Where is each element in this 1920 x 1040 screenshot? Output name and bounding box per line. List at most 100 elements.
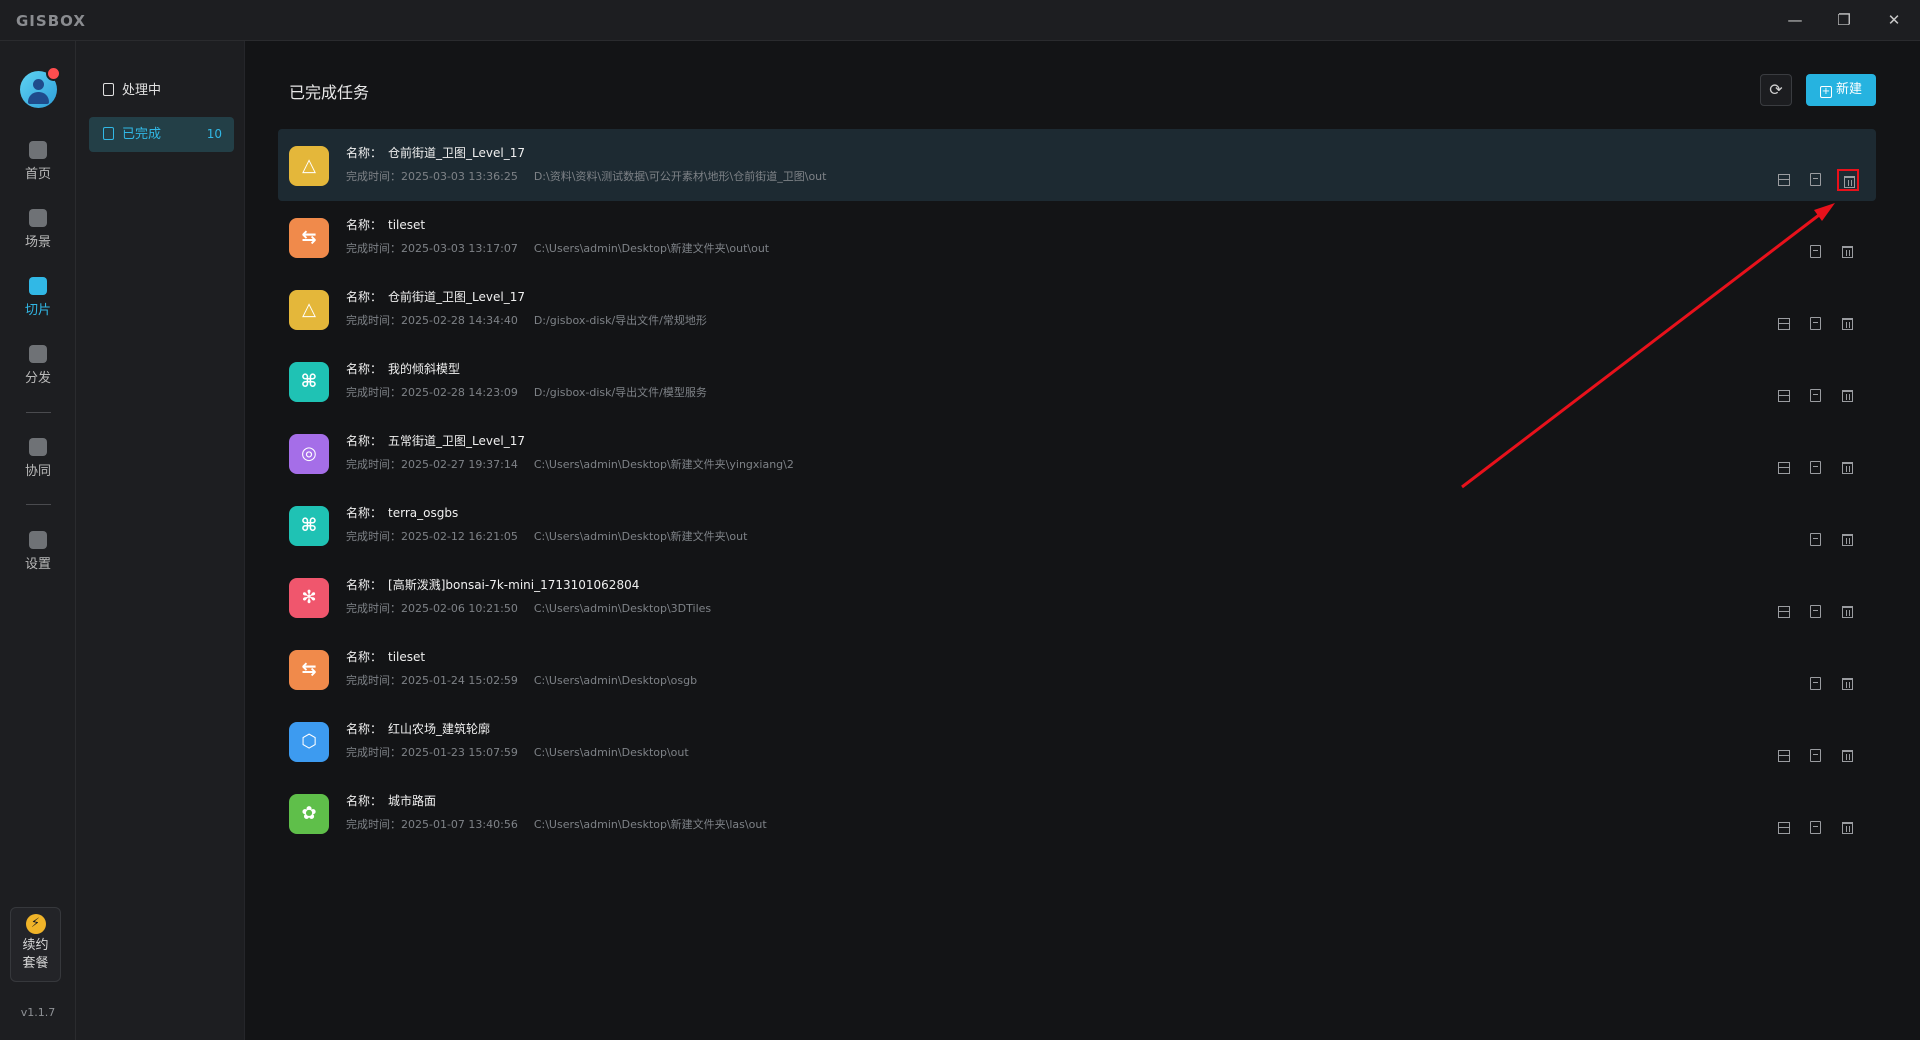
- title-bar: GISBOX — ❐ ✕: [0, 0, 1920, 41]
- close-button[interactable]: ✕: [1880, 8, 1908, 32]
- details-button[interactable]: [1805, 673, 1827, 695]
- trash-icon: [1842, 606, 1853, 618]
- task-name: tileset: [388, 650, 426, 664]
- preview-button[interactable]: [1773, 601, 1795, 623]
- preview-button[interactable]: [1773, 169, 1795, 191]
- task-row[interactable]: △ 名称： 仓前街道_卫图_Level_17 完成时间：2025-02-28 14:3…: [278, 273, 1876, 345]
- renew-label-2: 套餐: [22, 956, 49, 971]
- details-button[interactable]: [1805, 385, 1827, 407]
- layout-icon: [1778, 750, 1790, 762]
- delete-button[interactable]: [1837, 241, 1859, 263]
- name-prefix: 名称：: [346, 146, 383, 160]
- delete-button[interactable]: [1837, 817, 1859, 839]
- delete-button[interactable]: [1837, 745, 1859, 767]
- task-name-line: 名称： tileset: [346, 216, 425, 233]
- details-button[interactable]: [1805, 601, 1827, 623]
- rail-label-scene: 场景: [24, 235, 51, 250]
- subnav-completed[interactable]: 已完成 10: [89, 117, 234, 152]
- task-actions: [1766, 385, 1876, 405]
- rail-item-settings[interactable]: 设置: [0, 531, 76, 572]
- layout-icon: [1778, 390, 1790, 402]
- task-path: C:\Users\admin\Desktop\3DTiles: [533, 602, 712, 615]
- preview-button[interactable]: [1773, 457, 1795, 479]
- name-prefix: 名称：: [346, 506, 383, 520]
- rail-divider: [26, 412, 51, 413]
- time-prefix: 完成时间：: [346, 386, 401, 399]
- task-actions: [1766, 673, 1876, 693]
- task-row[interactable]: △ 名称： 仓前街道_卫图_Level_17 完成时间：2025-03-03 13:3…: [278, 129, 1876, 201]
- rail-label-slice: 切片: [24, 303, 51, 318]
- subnav-processing[interactable]: 处理中: [89, 73, 234, 108]
- task-name: tileset: [388, 218, 426, 232]
- details-button[interactable]: [1805, 745, 1827, 767]
- task-type-icon: △: [289, 290, 329, 330]
- task-path: C:\Users\admin\Desktop\osgb: [533, 674, 698, 687]
- task-path: D:/gisbox-disk/导出文件/常规地形: [533, 314, 707, 327]
- details-button[interactable]: [1805, 313, 1827, 335]
- details-button[interactable]: [1805, 241, 1827, 263]
- avatar[interactable]: [20, 66, 61, 108]
- time-prefix: 完成时间：: [346, 602, 401, 615]
- delete-button[interactable]: [1837, 385, 1859, 407]
- details-button[interactable]: [1805, 457, 1827, 479]
- task-meta-line: 完成时间：2025-03-03 13:17:07 C:\Users\admin\D…: [346, 240, 769, 256]
- layout-icon: [1778, 462, 1790, 474]
- task-type-icon: △: [289, 146, 329, 186]
- details-button[interactable]: [1805, 529, 1827, 551]
- document-icon: [1810, 245, 1821, 258]
- cube-icon: [29, 209, 47, 227]
- time-prefix: 完成时间：: [346, 170, 401, 183]
- task-meta-line: 完成时间：2025-01-24 15:02:59 C:\Users\admin\D…: [346, 672, 697, 688]
- rail-item-publish[interactable]: 分发: [0, 345, 76, 386]
- delete-button[interactable]: [1837, 673, 1859, 695]
- notification-badge: [46, 66, 61, 81]
- delete-button[interactable]: [1837, 457, 1859, 479]
- preview-button[interactable]: [1773, 385, 1795, 407]
- task-name-line: 名称： tileset: [346, 648, 425, 665]
- trash-icon: [1844, 176, 1855, 188]
- document-icon: [1810, 821, 1821, 834]
- task-row[interactable]: ⌘ 名称： terra_osgbs 完成时间：2025-02-12 16:21:05 C…: [278, 489, 1876, 561]
- rail-item-scene[interactable]: 场景: [0, 209, 76, 250]
- renew-plan-button[interactable]: ⚡ 续约 套餐: [10, 907, 61, 982]
- task-meta-line: 完成时间：2025-02-27 19:37:14 C:\Users\admin\D…: [346, 456, 794, 472]
- file-plus-icon: [103, 83, 114, 96]
- task-row[interactable]: ✿ 名称： 城市路面 完成时间：2025-01-07 13:40:56 C:\Users…: [278, 777, 1876, 849]
- delete-button[interactable]: [1837, 601, 1859, 623]
- new-task-button[interactable]: + 新建: [1806, 74, 1876, 106]
- minimize-button[interactable]: —: [1781, 8, 1809, 32]
- rail-item-collab[interactable]: 协同: [0, 438, 76, 479]
- name-prefix: 名称：: [346, 290, 383, 304]
- restore-button[interactable]: ❐: [1830, 8, 1858, 32]
- task-row[interactable]: ⬡ 名称： 红山农场_建筑轮廓 完成时间：2025-01-23 15:07:59 C:\…: [278, 705, 1876, 777]
- preview-button[interactable]: [1773, 745, 1795, 767]
- name-prefix: 名称：: [346, 362, 383, 376]
- layout-icon: [1778, 822, 1790, 834]
- rail-divider: [26, 504, 51, 505]
- task-type-icon: ⌘: [289, 506, 329, 546]
- task-row[interactable]: ⌘ 名称： 我的倾斜模型 完成时间：2025-02-28 14:23:09 D:/gis…: [278, 345, 1876, 417]
- preview-button[interactable]: [1773, 313, 1795, 335]
- time-prefix: 完成时间：: [346, 458, 401, 471]
- name-prefix: 名称：: [346, 650, 383, 664]
- task-row[interactable]: ◎ 名称： 五常街道_卫图_Level_17 完成时间：2025-02-27 19:3…: [278, 417, 1876, 489]
- delete-button[interactable]: [1837, 529, 1859, 551]
- bolt-icon: ⚡: [25, 914, 46, 934]
- task-row[interactable]: ✻ 名称： [高斯泼溅]bonsai-7k-mini_1713101062804 完成…: [278, 561, 1876, 633]
- task-path: D:/gisbox-disk/导出文件/模型服务: [533, 386, 707, 399]
- task-type-icon: ✿: [289, 794, 329, 834]
- task-name: 仓前街道_卫图_Level_17: [388, 146, 525, 160]
- refresh-button[interactable]: ⟳: [1760, 74, 1792, 106]
- task-row[interactable]: ⇆ 名称： tileset 完成时间：2025-03-03 13:17:07 C:\Us…: [278, 201, 1876, 273]
- delete-button[interactable]: [1837, 313, 1859, 335]
- delete-button[interactable]: [1837, 169, 1859, 191]
- details-button[interactable]: [1805, 817, 1827, 839]
- rail-item-slice[interactable]: 切片: [0, 277, 76, 318]
- details-button[interactable]: [1805, 169, 1827, 191]
- preview-button[interactable]: [1773, 817, 1795, 839]
- layout-icon: [1778, 318, 1790, 330]
- rail-item-home[interactable]: 首页: [0, 141, 76, 182]
- task-row[interactable]: ⇆ 名称： tileset 完成时间：2025-01-24 15:02:59 C:\Us…: [278, 633, 1876, 705]
- task-name-line: 名称： 仓前街道_卫图_Level_17: [346, 144, 525, 161]
- rail-label-collab: 协同: [24, 464, 51, 479]
